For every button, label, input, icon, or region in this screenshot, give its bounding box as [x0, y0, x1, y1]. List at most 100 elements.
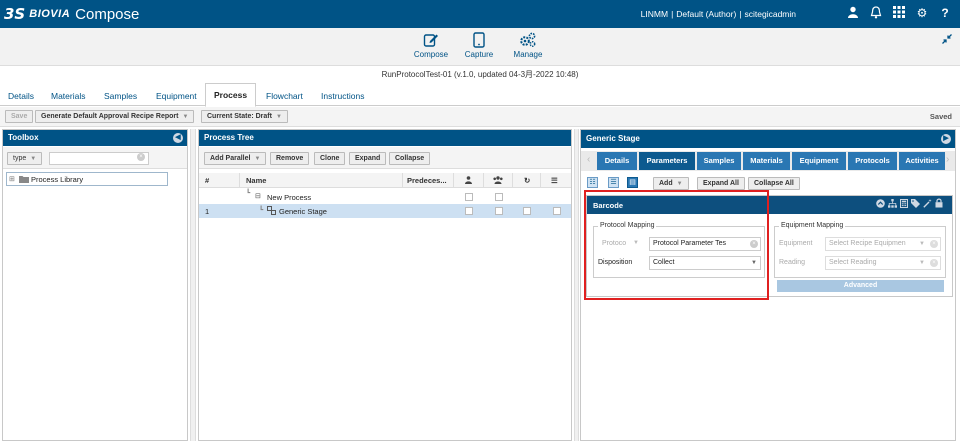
collapse-button[interactable]: Collapse [389, 152, 431, 165]
process-tree-toolbar: Add Parallel ▼ Remove Clone Expand Collap… [199, 147, 571, 169]
tree-item-label: Process Library [31, 175, 84, 184]
type-label: type [13, 155, 27, 162]
tab-materials[interactable]: Materials [43, 86, 93, 106]
clear-icon[interactable]: × [930, 240, 938, 248]
stage-tab-details[interactable]: Details [597, 152, 637, 170]
view-form-icon[interactable]: ▤ [627, 177, 638, 188]
collapse-all-button[interactable]: Collapse All [748, 177, 800, 190]
tab-samples[interactable]: Samples [96, 86, 145, 106]
expand-button[interactable]: Expand [349, 152, 387, 165]
lock-icon[interactable] [935, 198, 943, 210]
generate-report-button[interactable]: Generate Default Approval Recipe Report ▼ [35, 110, 195, 123]
stage-tab-materials[interactable]: Materials [743, 152, 790, 170]
clear-icon[interactable]: × [930, 259, 938, 267]
main-tabs: Details Materials Samples Equipment Proc… [0, 82, 960, 107]
chevron-left-icon[interactable]: ‹ [587, 154, 590, 165]
toolbox-search-input[interactable] [49, 152, 149, 165]
person-icon[interactable] [465, 176, 472, 186]
stage-tab-activities[interactable]: Activities [899, 152, 945, 170]
wand-icon[interactable] [923, 199, 932, 210]
saved-status: Saved [929, 112, 952, 121]
type-dropdown[interactable]: type ▼ [7, 152, 43, 165]
page-title: RunProtocolTest-01 (v.1.0, updated 04-3月… [381, 70, 579, 79]
expand-plus-icon[interactable]: ⊞ [9, 175, 15, 183]
tree-item-process-library[interactable]: ⊞ Process Library [6, 172, 168, 186]
equipment-label: Equipment [779, 240, 813, 247]
row-checkbox[interactable] [465, 193, 473, 201]
row-name: New Process [267, 193, 312, 202]
chevron-right-icon[interactable]: › [946, 154, 949, 165]
process-grid-header: # Name Predeces... ↻ ☰ [199, 173, 571, 188]
refresh-icon[interactable]: ↻ [524, 176, 530, 185]
calculator-icon[interactable] [900, 199, 908, 210]
current-state-button[interactable]: Current State: Draft ▼ [201, 110, 288, 123]
row-checkbox[interactable] [553, 207, 561, 215]
table-row[interactable]: ┗ ⊟ New Process [199, 190, 571, 204]
tab-equipment[interactable]: Equipment [148, 86, 205, 106]
tag-icon[interactable] [911, 199, 920, 210]
hierarchy-icon[interactable] [888, 199, 897, 210]
generic-stage-header: Generic Stage [581, 130, 955, 148]
capture-mode[interactable]: Capture [457, 32, 501, 59]
reading-select[interactable]: Select Reading ▼ × [825, 256, 941, 270]
splitter-handle[interactable] [574, 129, 579, 441]
apps-grid-icon[interactable] [892, 6, 906, 20]
toolbox-title: Toolbox [8, 133, 39, 142]
clone-button[interactable]: Clone [314, 152, 346, 165]
add-parallel-button[interactable]: Add Parallel ▼ [204, 152, 267, 165]
tab-process[interactable]: Process [205, 83, 257, 107]
tab-flowchart[interactable]: Flowchart [258, 86, 311, 106]
stage-tab-equipment[interactable]: Equipment [792, 152, 846, 170]
manage-mode[interactable]: Manage [506, 32, 550, 59]
stage-tab-samples[interactable]: Samples [697, 152, 741, 170]
mode-bar: Compose Capture Manage [0, 28, 960, 66]
add-button[interactable]: Add ▼ [653, 177, 689, 190]
user-name[interactable]: scitegicadmin [745, 9, 797, 19]
chevron-down-icon: ▼ [919, 241, 925, 247]
stage-tab-parameters[interactable]: Parameters [639, 152, 695, 170]
help-icon[interactable]: ? [938, 6, 952, 20]
shrink-icon[interactable] [942, 34, 952, 47]
equipment-mapping-group: Equipment Mapping Equipment Select Recip… [774, 222, 946, 278]
expand-all-button[interactable]: Expand All [697, 177, 745, 190]
chevron-down-icon: ▼ [919, 260, 925, 266]
ds-logo-icon: 3S [4, 5, 26, 23]
bell-icon[interactable] [869, 6, 883, 20]
row-checkbox[interactable] [523, 207, 531, 215]
advanced-button[interactable]: Advanced [777, 280, 944, 292]
row-checkbox[interactable] [495, 207, 503, 215]
user-icon[interactable] [846, 6, 860, 20]
collapse-up-icon[interactable] [876, 199, 885, 210]
clear-icon[interactable]: × [137, 153, 145, 161]
compose-mode[interactable]: Compose [409, 32, 453, 59]
splitter-handle[interactable] [190, 129, 196, 441]
stage-tabs: ‹ Details Parameters Samples Materials E… [581, 151, 955, 171]
stage-tab-protocols[interactable]: Protocols [848, 152, 897, 170]
collapse-left-icon[interactable]: ◀ [173, 133, 183, 143]
equipment-mapping-legend: Equipment Mapping [779, 222, 846, 229]
save-button[interactable]: Save [5, 110, 34, 123]
row-checkbox[interactable] [465, 207, 473, 215]
collapse-right-icon[interactable]: ▶ [941, 134, 951, 144]
equipment-select[interactable]: Select Recipe Equipmen ▼ × [825, 237, 941, 251]
row-name: Generic Stage [279, 207, 327, 216]
tab-instructions[interactable]: Instructions [313, 86, 372, 106]
gear-icon[interactable]: ⚙ [915, 6, 929, 20]
reading-placeholder: Select Reading [829, 259, 877, 266]
col-number[interactable]: # [205, 176, 209, 185]
view-compact-icon[interactable]: ☷ [587, 177, 598, 188]
remove-button[interactable]: Remove [270, 152, 310, 165]
col-name[interactable]: Name [246, 176, 266, 185]
manage-label: Manage [513, 50, 543, 59]
view-list-icon[interactable]: ☰ [608, 177, 619, 188]
col-predecessors[interactable]: Predeces... [407, 176, 447, 185]
tablet-icon [457, 32, 501, 50]
list-icon[interactable]: ☰ [551, 176, 558, 185]
group-icon[interactable] [493, 176, 503, 186]
row-checkbox[interactable] [495, 193, 503, 201]
site-name[interactable]: LINMM [641, 9, 668, 19]
collapse-minus-icon[interactable]: ⊟ [255, 192, 261, 200]
table-row-selected[interactable]: 1 ┗ Generic Stage [199, 204, 571, 218]
role-name[interactable]: Default (Author) [676, 9, 736, 19]
tab-details[interactable]: Details [0, 86, 42, 106]
